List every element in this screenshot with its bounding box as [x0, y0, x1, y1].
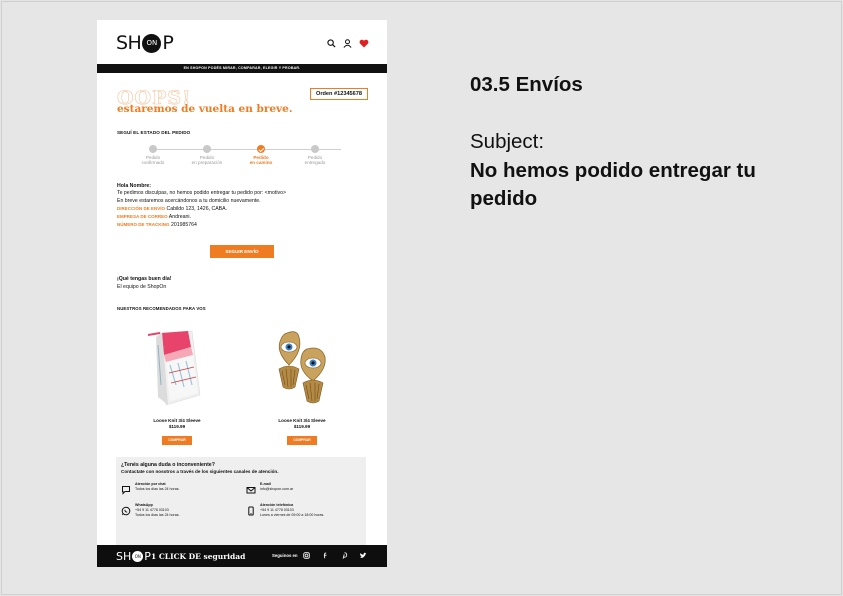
contact-text: info@shopon.com.ar: [260, 487, 294, 491]
step-dot: [203, 145, 211, 153]
product-price: $119.99: [293, 424, 311, 429]
signoff: ¡Qué tengas buen día! El equipo de ShopO…: [117, 276, 171, 291]
email-preview: SH ON P EN SHOPON PODÉS MIRAR, COMPARAR, E…: [97, 20, 387, 567]
instagram-icon[interactable]: [302, 551, 310, 559]
product-name: Loose Knit 3/4 Sleeve: [153, 418, 201, 423]
search-icon[interactable]: [327, 39, 336, 48]
step-label: en camino: [249, 160, 273, 166]
follow-us-label: Seguinos en: [272, 553, 298, 558]
step-dot: [311, 145, 319, 153]
tracker-step-preparation: Pedido en preparación: [187, 145, 227, 166]
whatsapp-icon: [121, 503, 131, 516]
tracker-step-confirmed: Pedido confirmado: [133, 145, 173, 166]
order-number-badge: Orden #12345678: [309, 88, 368, 100]
tracker-title: SEGUÍ EL ESTADO DEL PEDIDO: [117, 130, 191, 135]
contact-whatsapp[interactable]: WhatsApp +54 9 11 4778 03103 Todos los día…: [121, 503, 241, 518]
subject-value: No hemos podido entregar tu pedido: [470, 159, 756, 210]
tracker-step-shipping: Pedido en camino: [241, 145, 281, 166]
help-panel: ¿Tenés alguna duda o inconveniente? Cont…: [116, 457, 366, 549]
shopon-logo[interactable]: SH ON P: [116, 32, 174, 54]
user-icon[interactable]: [343, 39, 352, 48]
subject-label: Subject:: [470, 130, 545, 153]
contact-chat[interactable]: Atención por chat Todos los días las 24 h…: [121, 482, 241, 495]
logo-text-right: P: [162, 32, 174, 54]
signoff-line: El equipo de ShopOn: [117, 283, 167, 290]
product-image-earrings[interactable]: [267, 325, 337, 410]
social-links: [302, 551, 367, 559]
product-image-scarf[interactable]: [142, 325, 212, 410]
courier-row: EMPRESA DE CORREO Andreani.: [117, 213, 367, 221]
footer-tagline: 1 CLICK DE seguridad: [151, 552, 246, 561]
step-label: entregado: [304, 160, 326, 166]
logo-on-badge: ON: [132, 551, 144, 562]
track-shipment-button[interactable]: SEGUIR ENVÍO: [210, 245, 274, 258]
step-dot: [149, 145, 157, 153]
product-price: $119.99: [168, 424, 186, 429]
check-icon: [257, 145, 265, 153]
buy-button[interactable]: COMPRAR: [287, 436, 317, 445]
logo-text-left: SH: [116, 550, 132, 563]
address-value: Cabildo 123, 1426, CABA.: [166, 205, 228, 212]
contact-email[interactable]: E-mail info@shopon.com.ar: [246, 482, 366, 494]
facebook-icon[interactable]: [321, 551, 329, 559]
chat-icon: [121, 482, 131, 495]
email-icon: [246, 482, 256, 494]
address-row: DIRECCIÓN DE ENVÍO Cabildo 123, 1426, CA…: [117, 205, 367, 213]
email-header: SH ON P: [97, 20, 387, 64]
email-footer: SH ON P 1 CLICK DE seguridad Seguinos en: [97, 545, 387, 567]
step-label: en preparación: [191, 160, 223, 166]
tracking-value: 201985764: [170, 222, 197, 229]
logo-text-right: P: [144, 550, 151, 563]
signoff-line: ¡Qué tengas buen día!: [117, 276, 172, 282]
recommendations-title: NUESTROS RECOMENDADOS PARA VOS: [117, 306, 206, 311]
logo-text-left: SH: [116, 32, 142, 54]
help-question: ¿Tenés alguna duda o inconveniente?: [121, 462, 215, 468]
product-card[interactable]: Loose Knit 3/4 Sleeve $119.99 COMPRAR: [252, 325, 352, 445]
product-name: Loose Knit 3/4 Sleeve: [278, 418, 326, 423]
delivery-message: Hola Nombre: Te pedimos disculpas, no he…: [117, 183, 367, 230]
pinterest-icon[interactable]: [340, 551, 348, 559]
section-title: 03.5 Envíos: [470, 73, 583, 96]
courier-key: EMPRESA DE CORREO: [117, 214, 168, 220]
contact-text: Todos los días las 24 horas.: [135, 513, 180, 517]
courier-value: Andreani.: [168, 214, 191, 221]
step-label: confirmado: [141, 160, 165, 166]
help-subtitle: Contactate con nosotros a través de los …: [121, 469, 279, 474]
address-key: DIRECCIÓN DE ENVÍO: [117, 205, 166, 211]
order-status-tracker: Pedido confirmado Pedido en preparación Pe…: [142, 145, 347, 169]
contact-phone[interactable]: Atención telefónica +54 9 11 4778 03103 Lu…: [246, 503, 366, 518]
footer-logo[interactable]: SH ON P: [116, 550, 151, 563]
tracking-row: NÚMERO DE TRACKING 201985764: [117, 221, 367, 229]
tracker-step-delivered: Pedido entregado: [295, 145, 335, 166]
tracking-key: NÚMERO DE TRACKING: [117, 222, 170, 228]
buy-button[interactable]: COMPRAR: [162, 436, 192, 445]
contact-text: Todos los días las 24 horas.: [135, 487, 180, 491]
promo-bar: EN SHOPON PODÉS MIRAR, COMPARAR, ELEGIR …: [97, 64, 387, 73]
contact-text: Lunes a viernes de 09:00 a 18:00 horas.: [260, 513, 325, 517]
product-card[interactable]: Loose Knit 3/4 Sleeve $119.99 COMPRAR: [127, 325, 227, 445]
phone-icon: [246, 503, 256, 516]
twitter-icon[interactable]: [359, 551, 367, 559]
logo-on-badge: ON: [142, 33, 162, 53]
message-line: En breve estaremos acercándonos a tu dom…: [117, 197, 261, 204]
greeting: Hola Nombre:: [117, 183, 152, 189]
message-line: Te pedimos disculpas, no hemos podido en…: [117, 190, 286, 197]
heart-icon[interactable]: [359, 39, 369, 48]
hero-headline: estaremos de vuelta en breve.: [117, 103, 293, 115]
